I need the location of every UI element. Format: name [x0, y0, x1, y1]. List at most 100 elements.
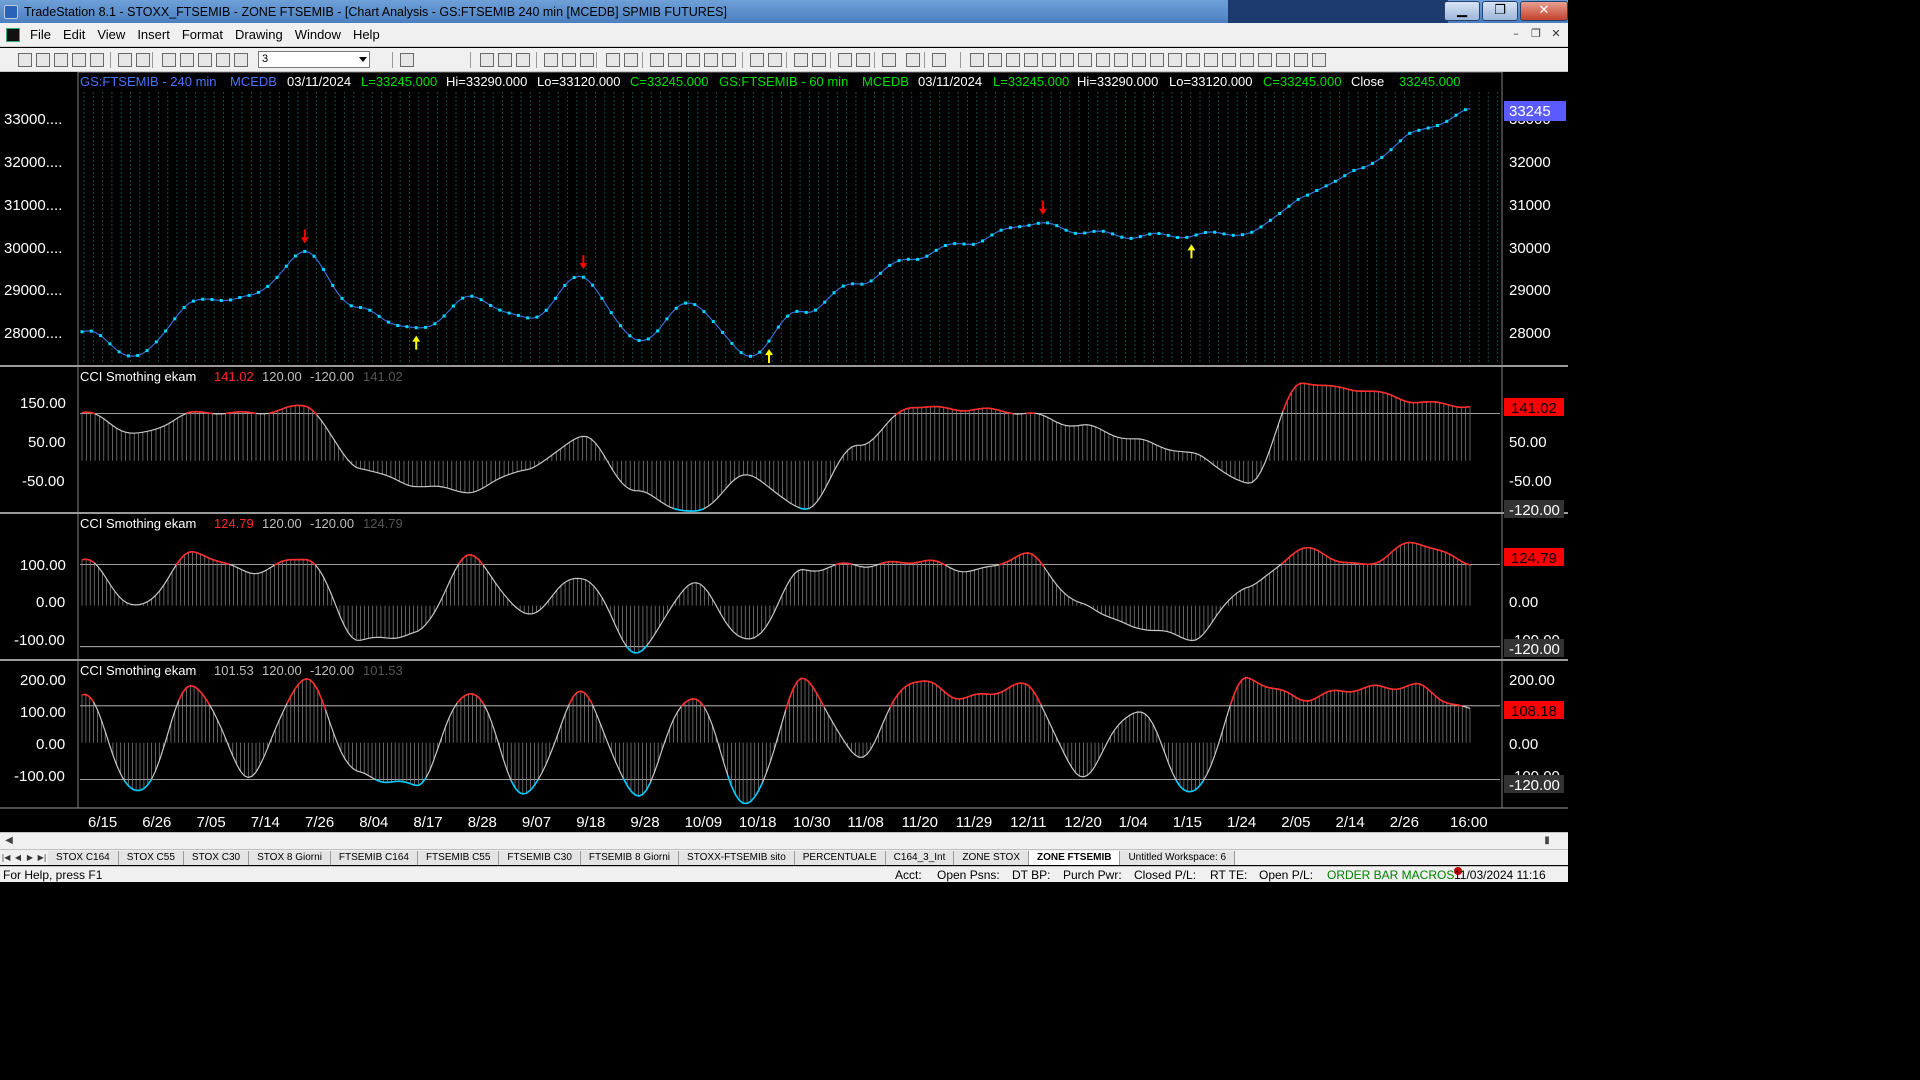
- bar-count-combo[interactable]: 3: [258, 51, 370, 68]
- workspace-tab[interactable]: STOX C55: [118, 850, 184, 865]
- menu-window[interactable]: Window: [289, 27, 347, 42]
- toolbar-tool-icon[interactable]: [400, 53, 414, 67]
- menu-file[interactable]: File: [24, 27, 57, 42]
- toolbar-tool-icon[interactable]: [1168, 53, 1182, 67]
- toolbar-tool-icon[interactable]: [1204, 53, 1218, 67]
- workspace-tab[interactable]: FTSEMIB C55: [417, 850, 500, 865]
- toolbar-tool-icon[interactable]: [1042, 53, 1056, 67]
- toolbar-tool-icon[interactable]: [750, 53, 764, 67]
- toolbar-tool-icon[interactable]: [988, 53, 1002, 67]
- workspace-tab[interactable]: STOX 8 Giorni: [249, 850, 331, 865]
- toolbar-tool-icon[interactable]: [856, 53, 870, 67]
- menu-help[interactable]: Help: [347, 27, 386, 42]
- workspace-tab[interactable]: STOXX-FTSEMIB sito: [679, 850, 795, 865]
- scroll-left-icon[interactable]: ◀: [2, 835, 16, 848]
- toolbar-tool-icon[interactable]: [1096, 53, 1110, 67]
- minimize-button[interactable]: ▁: [1444, 1, 1480, 21]
- toolbar-tool-icon[interactable]: [882, 53, 896, 67]
- toolbar-tool-icon[interactable]: [234, 53, 248, 67]
- workspace-tab[interactable]: FTSEMIB C164: [330, 850, 418, 865]
- toolbar-tool-icon[interactable]: [1150, 53, 1164, 67]
- toolbar-tool-icon[interactable]: [1258, 53, 1272, 67]
- status-order-bar-macros[interactable]: ORDER BAR MACROS: [1327, 867, 1454, 883]
- workspace-tab[interactable]: Untitled Workspace: 6: [1120, 850, 1236, 865]
- mdi-minimize-icon[interactable]: –: [1508, 27, 1524, 42]
- scroll-right-icon[interactable]: ▮: [1540, 835, 1554, 848]
- toolbar-tool-icon[interactable]: [812, 53, 826, 67]
- chart-analysis-window[interactable]: GS:FTSEMIB - 240 min MCEDB 03/11/2024 L=…: [0, 72, 1568, 832]
- toolbar-tool-icon[interactable]: [1078, 53, 1092, 67]
- toolbar-tool-icon[interactable]: [480, 53, 494, 67]
- toolbar-tool-icon[interactable]: [1114, 53, 1128, 67]
- close-button[interactable]: ✕: [1520, 1, 1568, 21]
- toolbar-tool-icon[interactable]: [838, 53, 852, 67]
- cci-overbought-segment: [1004, 411, 1009, 414]
- chart-canvas[interactable]: GS:FTSEMIB - 240 min MCEDB 03/11/2024 L=…: [0, 72, 1568, 832]
- toolbar-tool-icon[interactable]: [1024, 53, 1038, 67]
- tab-prev-icon[interactable]: ◀: [12, 852, 24, 864]
- toolbar-tool-icon[interactable]: [650, 53, 664, 67]
- toolbar-tool-icon[interactable]: [1006, 53, 1020, 67]
- toolbar-tool-icon[interactable]: [1186, 53, 1200, 67]
- workspace-tab[interactable]: FTSEMIB C30: [499, 850, 581, 865]
- toolbar-tool-icon[interactable]: [1240, 53, 1254, 67]
- toolbar-tool-icon[interactable]: [606, 53, 620, 67]
- workspace-tab[interactable]: STOX C30: [183, 850, 250, 865]
- cci3-value-2: 101.53: [363, 663, 403, 678]
- toolbar-tool-icon[interactable]: [580, 53, 594, 67]
- toolbar-tool-icon[interactable]: [498, 53, 512, 67]
- toolbar-tool-icon[interactable]: [216, 53, 230, 67]
- tab-last-icon[interactable]: ▶|: [36, 852, 48, 864]
- chevron-down-icon[interactable]: [359, 57, 367, 62]
- toolbar-tool-icon[interactable]: [794, 53, 808, 67]
- toolbar-tool-icon[interactable]: [624, 53, 638, 67]
- toolbar-tool-icon[interactable]: [72, 53, 86, 67]
- menu-edit[interactable]: Edit: [57, 27, 91, 42]
- toolbar-tool-icon[interactable]: [162, 53, 176, 67]
- toolbar-tool-icon[interactable]: [1276, 53, 1290, 67]
- toolbar-tool-icon[interactable]: [768, 53, 782, 67]
- toolbar-tool-icon[interactable]: [198, 53, 212, 67]
- workspace-tab[interactable]: PERCENTUALE: [794, 850, 886, 865]
- toolbar-tool-icon[interactable]: [1312, 53, 1326, 67]
- chart-horizontal-scrollbar[interactable]: ◀ ▮: [0, 832, 1568, 849]
- menu-view[interactable]: View: [91, 27, 131, 42]
- workspace-tab[interactable]: ZONE STOX: [954, 850, 1029, 865]
- workspace-tab[interactable]: STOX C164: [48, 850, 119, 865]
- status-bar: For Help, press F1 Acct: Open Psns: DT B…: [0, 866, 1568, 882]
- toolbar-tool-icon[interactable]: [722, 53, 736, 67]
- toolbar-tool-icon[interactable]: [932, 53, 946, 67]
- toolbar-tool-icon[interactable]: [90, 53, 104, 67]
- maximize-button[interactable]: ❐: [1482, 1, 1518, 21]
- toolbar-tool-icon[interactable]: [668, 53, 682, 67]
- toolbar-tool-icon[interactable]: [970, 53, 984, 67]
- toolbar-tool-icon[interactable]: [136, 53, 150, 67]
- chart-window-icon[interactable]: [6, 27, 20, 42]
- tab-first-icon[interactable]: |◀: [0, 852, 12, 864]
- workspace-tab[interactable]: ZONE FTSEMIB: [1029, 850, 1121, 865]
- menu-drawing[interactable]: Drawing: [229, 27, 289, 42]
- toolbar-tool-icon[interactable]: [18, 53, 32, 67]
- toolbar-tool-icon[interactable]: [906, 53, 920, 67]
- toolbar-tool-icon[interactable]: [516, 53, 530, 67]
- toolbar-tool-icon[interactable]: [1294, 53, 1308, 67]
- toolbar-tool-icon[interactable]: [54, 53, 68, 67]
- toolbar-tool-icon[interactable]: [118, 53, 132, 67]
- menu-format[interactable]: Format: [176, 27, 229, 42]
- toolbar-tool-icon[interactable]: [544, 53, 558, 67]
- mdi-close-icon[interactable]: ✕: [1548, 27, 1564, 42]
- toolbar-tool-icon[interactable]: [180, 53, 194, 67]
- toolbar-tool-icon[interactable]: [686, 53, 700, 67]
- workspace-tab[interactable]: FTSEMIB 8 Giorni: [580, 850, 680, 865]
- time-axis-label: 8/04: [359, 814, 388, 831]
- toolbar-tool-icon[interactable]: [562, 53, 576, 67]
- toolbar-tool-icon[interactable]: [704, 53, 718, 67]
- toolbar-tool-icon[interactable]: [36, 53, 50, 67]
- tab-next-icon[interactable]: ▶: [24, 852, 36, 864]
- toolbar-tool-icon[interactable]: [1222, 53, 1236, 67]
- toolbar-tool-icon[interactable]: [1060, 53, 1074, 67]
- workspace-tab[interactable]: C164_3_Int: [885, 850, 955, 865]
- menu-insert[interactable]: Insert: [131, 27, 176, 42]
- mdi-restore-icon[interactable]: ❐: [1528, 27, 1544, 42]
- toolbar-tool-icon[interactable]: [1132, 53, 1146, 67]
